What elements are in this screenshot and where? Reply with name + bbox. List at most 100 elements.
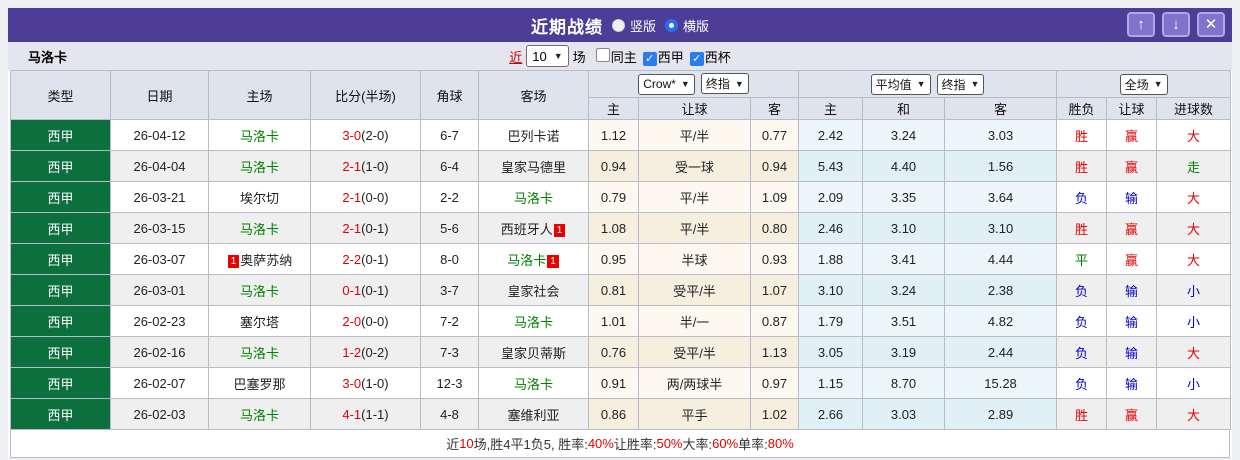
date-cell: 26-02-03 — [110, 398, 209, 430]
team-name: 马洛卡 — [239, 283, 279, 299]
handicap-stage-select[interactable]: 终指 ▼ — [700, 73, 749, 95]
away-team-cell: 皇家马德里 — [478, 150, 589, 182]
league-type-cell: 西甲 — [10, 367, 111, 399]
summary-stat-value: 80% — [767, 436, 794, 451]
fulltime-select[interactable]: 全场 ▼ — [1119, 73, 1168, 95]
team-name: 皇家社会 — [507, 283, 560, 299]
result-handicap-cell: 赢 — [1106, 398, 1158, 430]
result-goals-cell: 大 — [1156, 181, 1232, 213]
move-up-button[interactable]: ↑ — [1127, 12, 1155, 37]
score-cell: 2-1(0-1) — [310, 212, 421, 244]
average-away-odds: 1.56 — [944, 150, 1058, 182]
score-cell: 2-0(0-0) — [310, 305, 421, 337]
team-name: 马洛卡 — [507, 252, 547, 268]
fulltime-score: 3-0 — [342, 127, 362, 143]
halftime-score: (1-0) — [361, 375, 389, 391]
team-name: 马洛卡 — [239, 128, 279, 144]
away-team-cell: 马洛卡 1 — [478, 243, 589, 275]
checkbox-西甲[interactable]: ✓ — [642, 51, 657, 66]
home-team-cell: 马洛卡 — [208, 119, 311, 151]
league-type-cell: 西甲 — [10, 398, 111, 430]
radio-label: 横版 — [683, 18, 710, 34]
date-cell: 26-03-01 — [110, 274, 209, 306]
team-name: 塞维利亚 — [507, 407, 560, 423]
handicap-home-odds: 1.08 — [588, 212, 639, 244]
average-draw-odds: 4.40 — [862, 150, 946, 182]
average-draw-odds: 3.10 — [862, 212, 946, 244]
halftime-score: (0-1) — [361, 251, 389, 267]
league-type-cell: 西甲 — [10, 243, 111, 275]
corners-cell: 4-8 — [420, 398, 479, 430]
handicap-away-odds: 0.93 — [749, 243, 800, 275]
league-type-cell: 西甲 — [10, 336, 111, 368]
fulltime-select-value: 全场 — [1124, 77, 1149, 92]
radio-icon[interactable] — [665, 18, 678, 32]
summary-text: 让胜率: — [613, 437, 657, 452]
result-group-header: 全场 ▼ — [1056, 70, 1232, 98]
average-home-odds: 1.15 — [798, 367, 864, 399]
bookmaker-select[interactable]: Crow* ▼ — [638, 73, 695, 95]
league-type-cell: 西甲 — [10, 305, 111, 337]
result-handicap-cell: 赢 — [1106, 119, 1158, 151]
handicap-line: 半球 — [638, 243, 751, 275]
halftime-score: (0-1) — [361, 282, 389, 298]
result-handicap-cell: 输 — [1106, 336, 1158, 368]
score-cell: 0-1(0-1) — [310, 274, 421, 306]
home-team-cell: 马洛卡 — [208, 336, 311, 368]
col-header-let-line: 让球 — [638, 97, 751, 120]
checkbox-label: 同主 — [610, 49, 637, 65]
recent-results-panel: 近期战绩 竖版 横版 ↑ ↓ ✕ 马洛卡 近 10 ▼ 场 同主 ✓ 西甲 ✓ 西杯 — [8, 8, 1232, 458]
league-type-cell: 西甲 — [10, 274, 111, 306]
radio-icon[interactable] — [611, 18, 625, 32]
layout-radio-horizontal[interactable]: 横版 — [665, 16, 709, 35]
home-team-cell: 马洛卡 — [208, 398, 311, 430]
handicap-home-odds: 0.94 — [588, 150, 639, 182]
layout-radio-vertical[interactable]: 竖版 — [611, 16, 656, 35]
average-away-odds: 4.44 — [944, 243, 1058, 275]
fulltime-score: 2-1 — [342, 220, 362, 236]
panel-title: 近期战绩 — [530, 17, 603, 37]
team-name: 皇家贝蒂斯 — [500, 345, 566, 361]
average-home-odds: 1.79 — [798, 305, 864, 337]
average-home-odds: 2.09 — [798, 181, 864, 213]
bookmaker-select-value: Crow* — [643, 77, 676, 92]
result-goals-cell: 小 — [1156, 274, 1232, 306]
result-wdl-cell: 胜 — [1056, 150, 1108, 182]
summary-text: 单率: — [738, 437, 768, 452]
unit-label: 场 — [572, 49, 586, 65]
checkbox-同主[interactable] — [595, 47, 610, 62]
handicap-home-odds: 1.01 — [588, 305, 639, 337]
date-cell: 26-02-23 — [110, 305, 209, 337]
average-draw-odds: 3.51 — [862, 305, 946, 337]
handicap-group-header: Crow* ▼ 终指 ▼ — [587, 70, 800, 98]
checkbox-西杯[interactable]: ✓ — [689, 51, 704, 66]
average-stage-select[interactable]: 终指 ▼ — [936, 73, 985, 95]
average-select[interactable]: 平均值 ▼ — [870, 73, 931, 95]
home-team-cell: 巴塞罗那 — [208, 367, 311, 399]
col-header-avg-draw: 和 — [862, 97, 946, 120]
move-down-button[interactable]: ↓ — [1162, 12, 1190, 37]
match-count-select[interactable]: 10 ▼ — [526, 45, 569, 67]
average-away-odds: 3.64 — [944, 181, 1058, 213]
corners-cell: 7-3 — [420, 336, 479, 368]
near-link[interactable]: 近 — [509, 47, 522, 66]
chevron-down-icon: ▼ — [680, 79, 690, 90]
fulltime-score: 2-0 — [342, 313, 362, 329]
col-header-let-home: 主 — [588, 97, 639, 120]
result-goals-cell: 大 — [1156, 243, 1232, 275]
halftime-score: (0-1) — [361, 220, 389, 236]
average-home-odds: 3.10 — [798, 274, 864, 306]
summary-text: 场,胜4平1负5, 胜率: — [473, 437, 588, 452]
score-cell: 2-2(0-1) — [310, 243, 421, 275]
average-home-odds: 2.42 — [798, 119, 864, 151]
col-header-corner: 角球 — [420, 70, 479, 120]
fulltime-score: 3-0 — [342, 375, 362, 391]
team-name: 马洛卡 — [513, 376, 553, 392]
halftime-score: (2-0) — [361, 127, 389, 143]
average-away-odds: 2.38 — [944, 274, 1058, 306]
handicap-away-odds: 0.94 — [749, 150, 800, 182]
handicap-away-odds: 0.97 — [749, 367, 800, 399]
home-team-cell: 塞尔塔 — [208, 305, 311, 337]
average-home-odds: 2.46 — [798, 212, 864, 244]
close-button[interactable]: ✕ — [1197, 12, 1225, 37]
